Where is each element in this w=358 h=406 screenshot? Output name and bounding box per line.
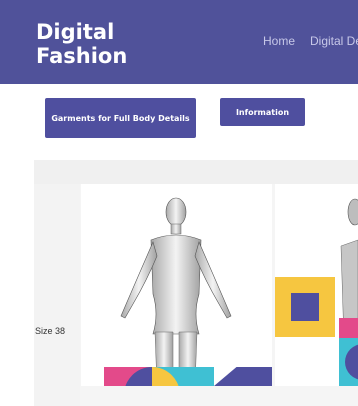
garment-cell-1[interactable] bbox=[81, 184, 272, 386]
decor-shapes bbox=[125, 367, 272, 386]
table-header-row bbox=[34, 160, 358, 184]
garments-full-body-details-button[interactable]: Garments for Full Body Details bbox=[45, 98, 196, 138]
brand-line-2: Fashion bbox=[36, 44, 128, 68]
brand-logo[interactable]: Digital Fashion bbox=[36, 20, 127, 68]
information-button[interactable]: Information bbox=[220, 98, 305, 126]
garment-cell-2[interactable] bbox=[275, 184, 358, 386]
decor-navy-circle bbox=[345, 344, 358, 380]
decor-navy-square bbox=[291, 293, 319, 321]
nav-link-home[interactable]: Home bbox=[263, 34, 295, 48]
decor-pink-block bbox=[339, 318, 358, 338]
site-header: Digital Fashion Home Digital De bbox=[0, 0, 358, 84]
body-avatar-image bbox=[120, 197, 232, 386]
row-label-size: Size 38 bbox=[35, 326, 66, 336]
table-row-label-cell bbox=[34, 184, 80, 406]
nav-link-digital-design[interactable]: Digital De bbox=[310, 34, 358, 48]
brand-line-1: Digital bbox=[36, 20, 115, 44]
